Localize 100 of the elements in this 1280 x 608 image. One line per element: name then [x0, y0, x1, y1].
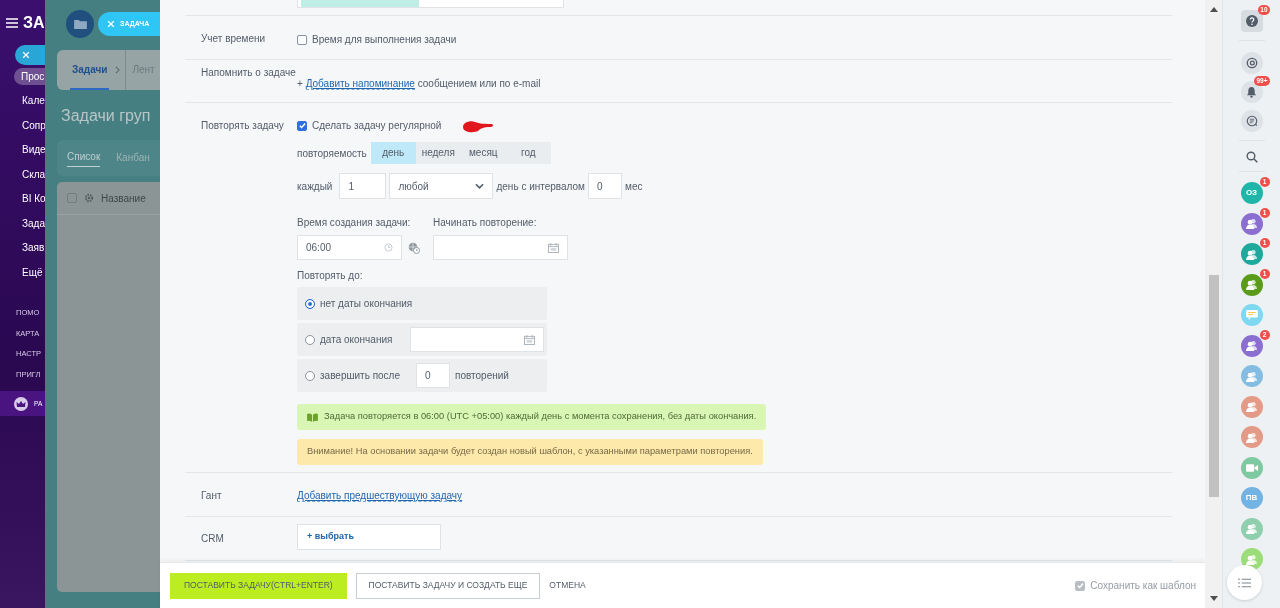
option-label: завершить после — [320, 369, 402, 383]
sidebar-item[interactable]: Ещё — [0, 260, 45, 285]
scroll-thumb[interactable] — [1208, 275, 1219, 497]
scroll-down-icon[interactable] — [1209, 596, 1218, 601]
timezone-icon[interactable] — [408, 241, 420, 254]
checkbox-label: Сделать задачу регулярной — [312, 119, 442, 133]
unit-label: повторений — [455, 369, 509, 383]
sidebar-item[interactable]: Зада — [0, 211, 45, 236]
sidebar-item[interactable]: Прос — [14, 68, 45, 85]
submit-and-new-button[interactable]: ПОСТАВИТЬ ЗАДАЧУ И СОЗДАТЬ ЕЩЕ — [355, 572, 541, 599]
sidebar-item[interactable]: BI Ко — [0, 187, 45, 212]
contact-avatar[interactable] — [1240, 548, 1263, 570]
option-label: дата окончания — [320, 333, 394, 347]
contact-avatar[interactable] — [1240, 456, 1263, 479]
field-label: каждый — [297, 179, 333, 194]
sidebar-item[interactable]: Сопр — [0, 113, 45, 138]
chevron-icon — [115, 66, 121, 74]
contact-avatar[interactable] — [1240, 426, 1263, 448]
checkbox[interactable] — [297, 120, 307, 131]
reminder-text: + Добавить напоминание сообщением или по e-mail — [297, 78, 541, 90]
date-field[interactable] — [410, 327, 544, 352]
message-icon — [1245, 310, 1258, 320]
contact-avatar[interactable] — [1240, 304, 1263, 326]
field-label: Время создания задачи: — [297, 216, 412, 230]
sidebar-item[interactable]: Кале — [0, 89, 45, 114]
sidebar-item[interactable]: Заяв — [0, 236, 45, 261]
period-tab[interactable]: день — [370, 142, 416, 164]
page-title: Задачи груп — [60, 106, 152, 126]
checkbox-label: Сохранить как шаблон — [1090, 579, 1196, 593]
search-icon[interactable] — [1245, 151, 1258, 163]
group-icon — [1245, 370, 1258, 382]
contact-avatar[interactable] — [1240, 243, 1263, 265]
help-button[interactable] — [1240, 10, 1263, 32]
warning-message: Внимание! На основании задачи будет создан новый шаблон, с указанными параметрами повторения. — [297, 439, 763, 465]
cancel-link[interactable]: ОТМЕНА — [549, 579, 586, 592]
radio-button[interactable] — [305, 298, 315, 309]
unit-label: мес — [625, 179, 643, 194]
contact-avatar[interactable] — [1240, 273, 1263, 296]
contact-avatar[interactable] — [1240, 365, 1263, 387]
field-label: Учет времени — [200, 32, 267, 46]
field-label: Начинать повторение: — [433, 216, 538, 230]
group-icon — [1245, 248, 1258, 260]
period-tab[interactable]: неделя — [415, 142, 461, 164]
field-label: повторяемость — [297, 146, 367, 161]
field-label: Повторять до: — [297, 269, 364, 283]
folder-button[interactable] — [66, 10, 94, 38]
crown-icon — [14, 396, 28, 411]
field-label: Напомнить о задаче — [200, 66, 297, 80]
radio-button[interactable] — [305, 334, 315, 345]
list-button[interactable] — [1227, 565, 1262, 600]
list-icon — [1238, 577, 1251, 588]
sidebar-item[interactable]: Скла — [0, 162, 45, 187]
scroll-up-icon[interactable] — [1209, 7, 1218, 12]
select-button[interactable]: + выбрать — [297, 524, 441, 550]
day-select[interactable]: любой — [389, 173, 494, 199]
checkbox[interactable] — [1075, 580, 1086, 591]
close-button[interactable] — [15, 45, 45, 65]
sidebar-item[interactable]: Виде — [0, 138, 45, 163]
mentions-button[interactable] — [1240, 52, 1263, 74]
bell-icon — [1246, 86, 1257, 98]
scribble-mark — [460, 118, 495, 133]
date-field[interactable] — [433, 235, 568, 260]
checkbox[interactable] — [67, 193, 77, 203]
chat-button[interactable] — [1240, 110, 1263, 132]
caret-icon — [475, 183, 485, 189]
contact-avatar[interactable] — [1240, 395, 1263, 418]
checkbox-label: Время для выполнения задачи — [312, 33, 457, 47]
field-label: Гант — [200, 489, 223, 503]
group-icon — [1245, 553, 1258, 565]
field-label: CRM — [200, 532, 225, 546]
book-icon — [307, 412, 318, 422]
submit-button[interactable]: ПОСТАВИТЬ ЗАДАЧУ(CTRL+ENTER) — [170, 572, 347, 599]
gantt-link[interactable]: Добавить предшествующую задачу — [297, 490, 463, 502]
period-tab[interactable]: год — [505, 142, 551, 164]
sidebar-title: ЗА — [23, 13, 45, 33]
close-icon — [107, 20, 115, 28]
number-field[interactable]: 0 — [416, 363, 450, 388]
contact-avatar[interactable] — [1240, 334, 1263, 357]
calendar-icon — [524, 334, 535, 345]
radio-button[interactable] — [305, 370, 315, 381]
number-field[interactable]: 1 — [339, 173, 387, 199]
scrollbar[interactable] — [1205, 0, 1222, 608]
time-field[interactable]: 06:00 — [297, 235, 402, 260]
field-label: день с интервалом — [496, 179, 585, 194]
chat-icon — [1245, 115, 1258, 127]
period-tab[interactable]: месяц — [460, 142, 506, 164]
group-icon — [1245, 523, 1258, 534]
checkbox[interactable] — [297, 34, 307, 45]
notifications-button[interactable] — [1240, 81, 1263, 103]
contact-avatar[interactable] — [1240, 517, 1263, 540]
gear-icon[interactable] — [84, 193, 94, 203]
field-label: Повторять задачу — [200, 119, 285, 133]
contact-avatar[interactable] — [1240, 212, 1263, 235]
folder-icon — [73, 19, 87, 29]
info-message: Задача повторяется в 06:00 (UTC +05:00) каждый день с момента сохранения, без даты окончания. — [297, 404, 767, 430]
menu-icon[interactable] — [6, 18, 18, 28]
group-icon — [1245, 340, 1258, 351]
number-field[interactable]: 0 — [588, 173, 622, 199]
group-icon — [1245, 218, 1258, 229]
reminder-link[interactable]: Добавить напоминание — [305, 78, 415, 90]
